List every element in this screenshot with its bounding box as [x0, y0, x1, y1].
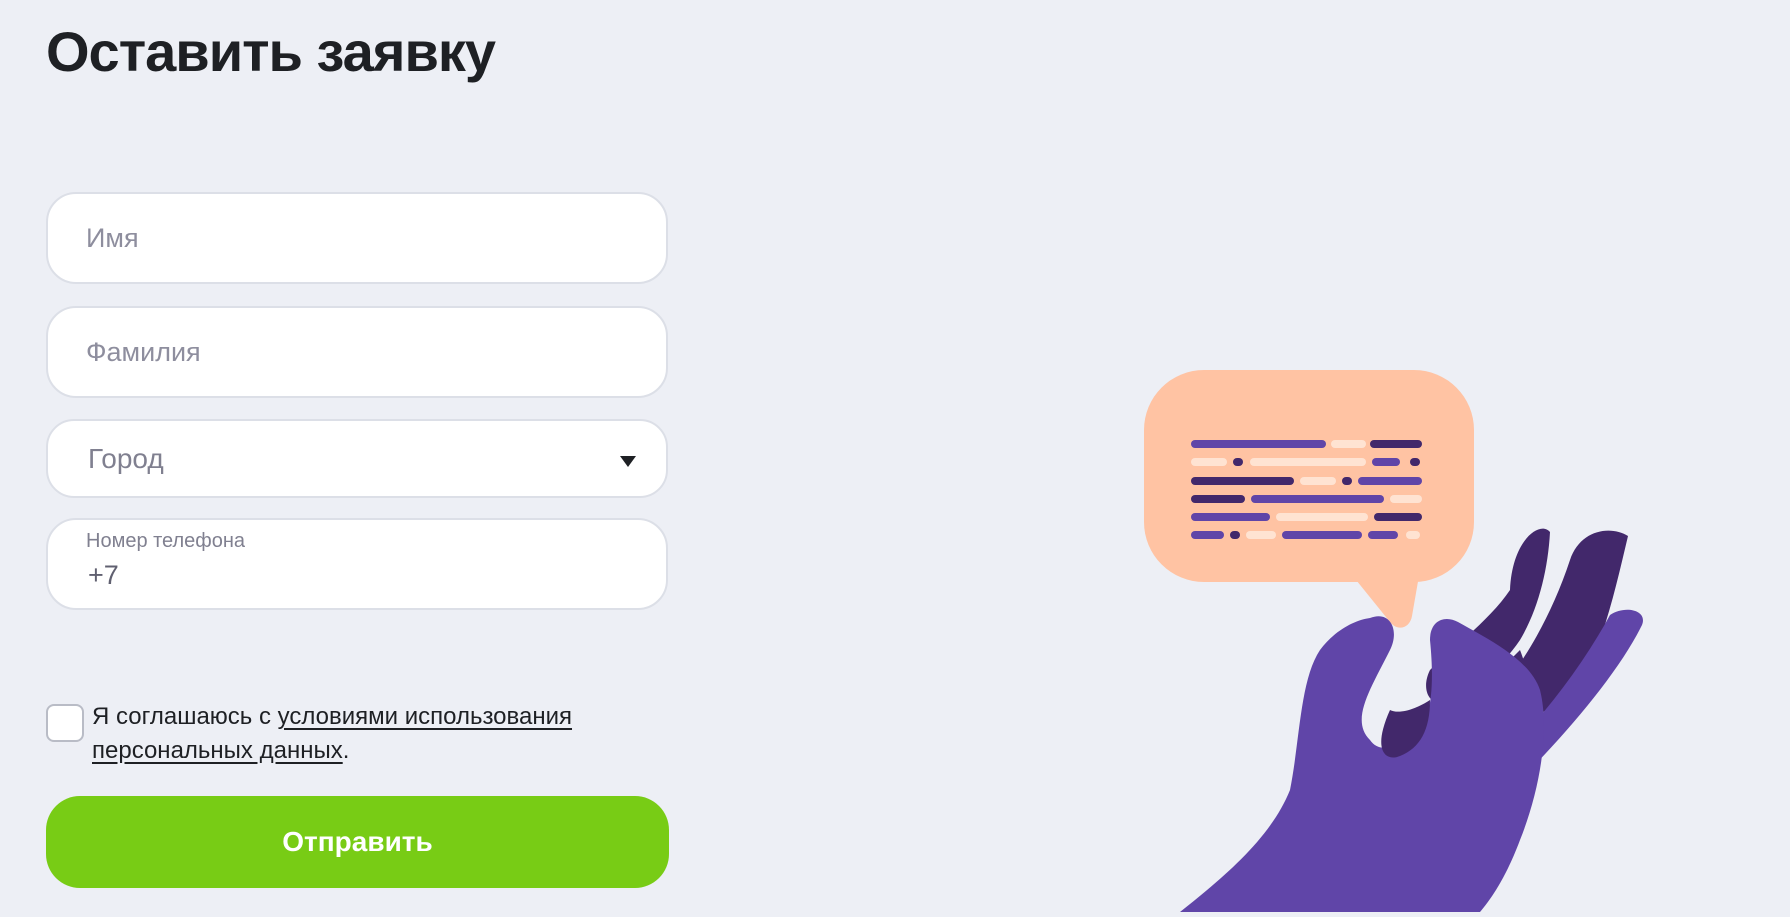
chevron-down-icon	[620, 456, 636, 467]
city-select[interactable]: Город	[46, 419, 668, 498]
phone-label: Номер телефона	[86, 530, 246, 552]
consent-text-suffix: .	[342, 737, 350, 764]
hand-holding-chat-bubble-icon	[1144, 370, 1643, 912]
phone-value[interactable]: +7	[88, 560, 119, 591]
phone-field[interactable]: Номер телефона +7	[46, 518, 668, 610]
surname-input[interactable]	[48, 308, 666, 396]
page-title: Оставить заявку	[46, 20, 496, 83]
submit-button[interactable]: Отправить	[46, 796, 669, 888]
consent-text: Я соглашаюсь с условиями использования п…	[92, 700, 652, 768]
consent-text-prefix: Я соглашаюсь с	[92, 703, 278, 730]
name-input[interactable]	[48, 194, 666, 282]
city-select-value: Город	[88, 443, 164, 474]
surname-field	[46, 306, 668, 398]
name-field	[46, 192, 668, 284]
hand-chat-illustration	[1100, 370, 1660, 912]
consent-checkbox[interactable]	[46, 704, 84, 742]
